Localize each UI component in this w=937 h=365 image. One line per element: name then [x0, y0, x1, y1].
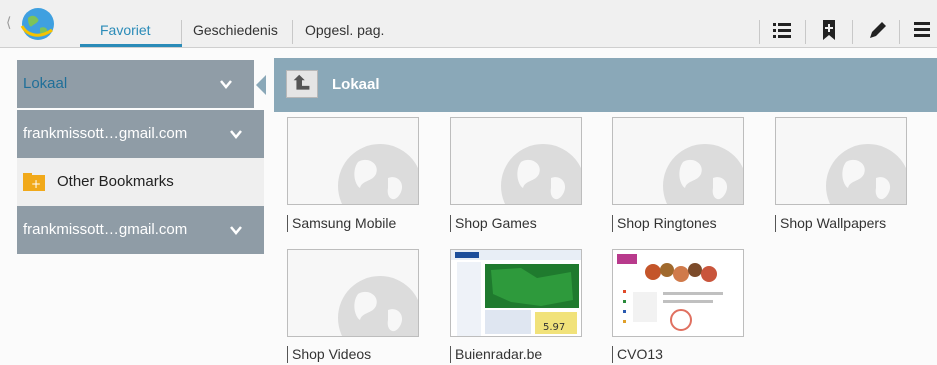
- bookmark-label[interactable]: CVO13: [612, 346, 767, 363]
- add-bookmark-icon[interactable]: [817, 18, 841, 42]
- chevron-down-icon: [230, 130, 242, 139]
- bookmark-thumbnail-shop-games[interactable]: [450, 117, 582, 205]
- globe-placeholder-icon: [663, 144, 743, 204]
- folder-header: Lokaal: [274, 58, 937, 112]
- browser-globe-icon[interactable]: [18, 4, 58, 44]
- bookmark-label[interactable]: Buienradar.be: [450, 346, 605, 363]
- bookmark-label[interactable]: Shop Wallpapers: [775, 215, 930, 232]
- folder-title: Lokaal: [332, 76, 380, 93]
- bookmark-thumbnail-buienradar[interactable]: 5.97: [450, 249, 582, 337]
- bookmark-thumbnail-samsung-mobile[interactable]: [287, 117, 419, 205]
- sidebar-item-label: frankmissott…gmail.com: [23, 221, 188, 238]
- back-chevron-icon[interactable]: ⟨: [6, 14, 11, 31]
- up-arrow-icon: [293, 74, 310, 90]
- folder-icon: +: [23, 173, 45, 191]
- divider: [852, 20, 853, 44]
- bookmark-thumbnail-shop-wallpapers[interactable]: [775, 117, 907, 205]
- sidebar-item-label: Lokaal: [23, 75, 68, 92]
- divider: [899, 20, 900, 44]
- globe-placeholder-icon: [338, 144, 418, 204]
- website-screenshot-image: 5.97: [451, 250, 581, 336]
- tab-favorites[interactable]: Favoriet: [100, 0, 160, 47]
- sidebar-item-account-2[interactable]: frankmissott…gmail.com: [17, 206, 264, 254]
- bookmark-thumbnail-shop-ringtones[interactable]: [612, 117, 744, 205]
- divider: [181, 20, 182, 44]
- tab-saved-pages[interactable]: Opgesl. pag.: [305, 0, 384, 47]
- bookmark-label[interactable]: Samsung Mobile: [287, 215, 442, 232]
- active-tab-indicator: [80, 44, 182, 47]
- bookmark-folders-sidebar: Lokaal frankmissott…gmail.com + Other Bo…: [7, 58, 264, 365]
- bookmark-label[interactable]: Shop Ringtones: [612, 215, 767, 232]
- sidebar-item-label: Other Bookmarks: [57, 173, 174, 190]
- list-icon[interactable]: [770, 18, 794, 42]
- globe-placeholder-icon: [826, 144, 906, 204]
- bookmark-thumbnail-cvo13[interactable]: [612, 249, 744, 337]
- top-bar: ⟨ Favoriet Geschiedenis Opgesl. pag.: [0, 0, 937, 48]
- globe-placeholder-icon: [338, 276, 418, 336]
- bookmark-label[interactable]: Shop Videos: [287, 346, 442, 363]
- chevron-down-icon: [220, 80, 232, 89]
- selection-pointer: [256, 75, 266, 95]
- globe-placeholder-icon: [501, 144, 581, 204]
- chevron-down-icon: [230, 226, 242, 235]
- menu-icon[interactable]: [910, 18, 934, 42]
- edit-icon[interactable]: [866, 18, 890, 42]
- divider: [292, 20, 293, 44]
- up-folder-button[interactable]: [286, 70, 318, 98]
- bookmark-label[interactable]: Shop Games: [450, 215, 605, 232]
- svg-text:+: +: [31, 177, 41, 191]
- divider: [759, 20, 760, 44]
- sidebar-item-account-1[interactable]: frankmissott…gmail.com: [17, 110, 264, 158]
- website-screenshot-image: [617, 254, 723, 331]
- bookmark-thumbnail-shop-videos[interactable]: [287, 249, 419, 337]
- sidebar-item-other-bookmarks[interactable]: + Other Bookmarks: [17, 158, 264, 206]
- svg-text:5.97: 5.97: [543, 322, 565, 333]
- divider: [805, 20, 806, 44]
- sidebar-item-label: frankmissott…gmail.com: [23, 125, 188, 142]
- sidebar-item-local[interactable]: Lokaal: [17, 60, 254, 108]
- tab-history[interactable]: Geschiedenis: [193, 0, 278, 47]
